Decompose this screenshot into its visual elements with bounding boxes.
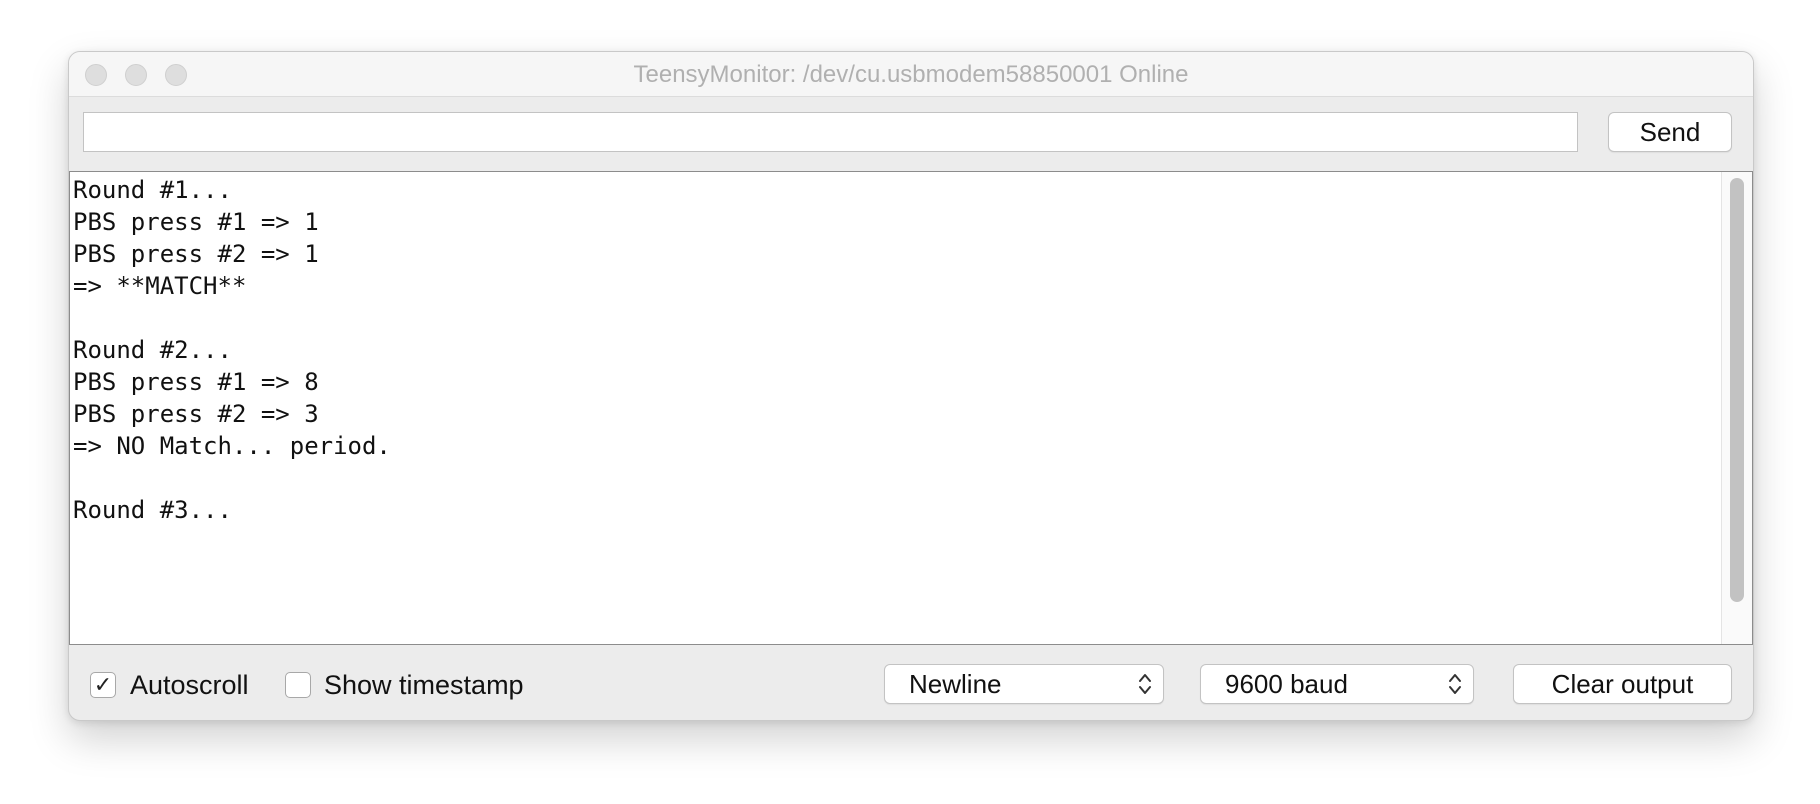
show-timestamp-label[interactable]: Show timestamp (324, 668, 524, 702)
output-line: PBS press #2 => 1 (73, 240, 319, 268)
window-title: TeensyMonitor: /dev/cu.usbmodem58850001 … (633, 61, 1189, 88)
output-line: Round #1... (73, 176, 232, 204)
autoscroll-checkbox[interactable]: ✓ (90, 672, 116, 698)
output-line: => NO Match... period. (73, 432, 391, 460)
serial-output-area[interactable]: Round #1... PBS press #1 => 1 PBS press #2… (69, 171, 1753, 645)
send-button[interactable]: Send (1608, 112, 1732, 152)
output-line: Round #3... (73, 496, 232, 524)
output-line: PBS press #2 => 3 (73, 400, 319, 428)
output-line: Round #2... (73, 336, 232, 364)
clear-output-button[interactable]: Clear output (1513, 664, 1732, 704)
line-ending-value: Newline (909, 669, 1002, 699)
output-line: => **MATCH** (73, 272, 247, 300)
serial-send-input[interactable] (83, 112, 1578, 152)
baud-rate-value: 9600 baud (1225, 669, 1348, 699)
bottom-toolbar: ✓ Autoscroll Show timestamp Newline 9600… (69, 646, 1753, 720)
checkmark-icon: ✓ (93, 672, 113, 697)
output-line: PBS press #1 => 8 (73, 368, 319, 396)
line-ending-select[interactable]: Newline (884, 664, 1164, 704)
baud-rate-select[interactable]: 9600 baud (1200, 664, 1474, 704)
output-line: PBS press #1 => 1 (73, 208, 319, 236)
serial-monitor-window: TeensyMonitor: /dev/cu.usbmodem58850001 … (68, 51, 1754, 721)
output-text: Round #1... PBS press #1 => 1 PBS press #2… (73, 174, 391, 526)
chevron-up-down-icon (1449, 674, 1461, 694)
title-bar[interactable]: TeensyMonitor: /dev/cu.usbmodem58850001 … (69, 52, 1753, 97)
show-timestamp-checkbox[interactable] (285, 672, 311, 698)
chevron-up-down-icon (1139, 674, 1151, 694)
autoscroll-label[interactable]: Autoscroll (130, 668, 249, 702)
scrollbar-thumb[interactable] (1730, 178, 1744, 602)
vertical-scrollbar[interactable] (1721, 172, 1752, 644)
